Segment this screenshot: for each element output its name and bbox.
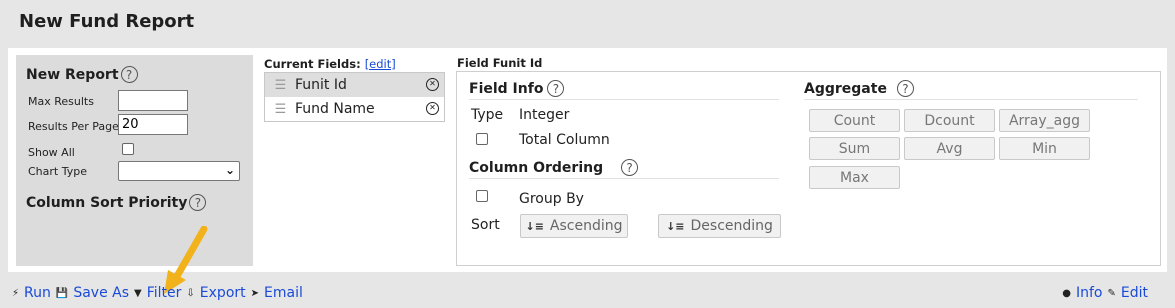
edit-icon: ✎ — [1107, 287, 1116, 299]
email-icon: ➤ — [250, 287, 260, 299]
drag-handle-icon[interactable]: ☰ — [265, 102, 295, 117]
chart-type-label: Chart Type — [28, 165, 87, 178]
report-settings-box: New Report ? Max Results Results Per Pag… — [16, 55, 253, 266]
chevron-down-icon: ⌄ — [224, 163, 235, 177]
sort-label: Sort — [471, 217, 500, 233]
max-results-label: Max Results — [28, 95, 94, 108]
drag-handle-icon[interactable]: ☰ — [265, 78, 295, 93]
chart-type-select[interactable]: ⌄ — [118, 161, 240, 181]
current-fields-title: Current Fields: [edit] — [264, 57, 396, 71]
field-info-heading: Field Info ? — [469, 80, 779, 100]
filter-link[interactable]: Filter — [147, 285, 182, 301]
aggregate-heading: Aggregate ? — [804, 80, 1138, 100]
sort-descending-button[interactable]: ↓≡ Descending — [658, 214, 781, 238]
page-title: New Fund Report — [19, 11, 195, 32]
run-icon: ⚡ — [12, 287, 20, 299]
info-icon: ● — [1062, 287, 1071, 299]
new-report-heading: New Report ? — [26, 66, 138, 83]
help-icon[interactable]: ? — [621, 159, 639, 176]
field-item-label: Funit Id — [295, 77, 347, 93]
field-info-label: Field Info — [469, 80, 544, 97]
aggregate-avg-button[interactable]: Avg — [904, 137, 995, 160]
info-link[interactable]: Info — [1076, 285, 1103, 301]
email-link[interactable]: Email — [264, 285, 303, 301]
total-column-label: Total Column — [519, 132, 610, 148]
column-sort-priority-label: Column Sort Priority — [26, 194, 188, 211]
help-icon[interactable]: ? — [896, 80, 914, 97]
max-results-input[interactable] — [118, 90, 188, 111]
aggregate-sum-button[interactable]: Sum — [809, 137, 900, 160]
results-per-page-input[interactable] — [118, 114, 188, 135]
type-label: Type — [471, 107, 504, 123]
footer-actions: ⚡ Run 💾 Save As ▼ Filter ⇩ Export ➤ Emai… — [12, 285, 303, 301]
help-icon[interactable]: ? — [547, 80, 565, 97]
export-icon: ⇩ — [186, 287, 195, 299]
export-link[interactable]: Export — [200, 285, 246, 301]
report-window: New Fund Report New Report ? Max Results… — [0, 0, 1175, 308]
current-fields-list: ☰ Funit Id ✕ ☰ Fund Name ✕ — [264, 72, 445, 122]
sort-ascending-button[interactable]: ↓≡ Ascending — [520, 214, 628, 238]
aggregate-label: Aggregate — [804, 80, 887, 97]
aggregate-array-agg-button[interactable]: Array_agg — [999, 109, 1090, 132]
column-sort-priority-heading: Column Sort Priority ? — [26, 194, 207, 211]
column-ordering-label: Column Ordering — [469, 159, 604, 176]
field-item-fund-name[interactable]: ☰ Fund Name ✕ — [265, 97, 444, 121]
help-icon[interactable]: ? — [189, 194, 207, 211]
sort-ascending-icon: ↓≡ — [525, 219, 544, 233]
group-by-checkbox[interactable] — [476, 190, 488, 202]
save-as-link[interactable]: Save As — [73, 285, 129, 301]
sort-descending-icon: ↓≡ — [666, 219, 685, 233]
field-detail-title: Field Funit Id — [457, 56, 543, 70]
footer-right-actions: ● Info ✎ Edit — [1062, 285, 1148, 301]
current-fields-label: Current Fields: — [264, 57, 361, 71]
aggregate-dcount-button[interactable]: Dcount — [904, 109, 995, 132]
field-item-funit-id[interactable]: ☰ Funit Id ✕ — [265, 73, 444, 97]
show-all-checkbox[interactable] — [122, 143, 134, 155]
new-report-label: New Report — [26, 66, 119, 83]
remove-icon[interactable]: ✕ — [426, 102, 439, 115]
field-detail-box: Field Info ? Type Integer Total Column C… — [456, 71, 1161, 266]
edit-link[interactable]: Edit — [1121, 285, 1148, 301]
help-icon[interactable]: ? — [120, 66, 138, 83]
results-per-page-label: Results Per Page — [28, 120, 119, 133]
descending-label: Descending — [690, 218, 773, 234]
run-link[interactable]: Run — [24, 285, 51, 301]
ascending-label: Ascending — [549, 218, 623, 234]
aggregate-max-button[interactable]: Max — [809, 166, 900, 189]
edit-fields-link[interactable]: [edit] — [365, 57, 396, 71]
field-item-label: Fund Name — [295, 101, 375, 117]
show-all-label: Show All — [28, 146, 75, 159]
column-ordering-heading: Column Ordering ? — [469, 159, 779, 179]
save-as-icon: 💾 — [55, 287, 69, 299]
aggregate-count-button[interactable]: Count — [809, 109, 900, 132]
type-value: Integer — [519, 107, 570, 123]
group-by-label: Group By — [519, 191, 584, 207]
filter-icon: ▼ — [134, 287, 142, 299]
remove-icon[interactable]: ✕ — [426, 78, 439, 91]
aggregate-min-button[interactable]: Min — [999, 137, 1090, 160]
total-column-checkbox[interactable] — [476, 133, 488, 145]
